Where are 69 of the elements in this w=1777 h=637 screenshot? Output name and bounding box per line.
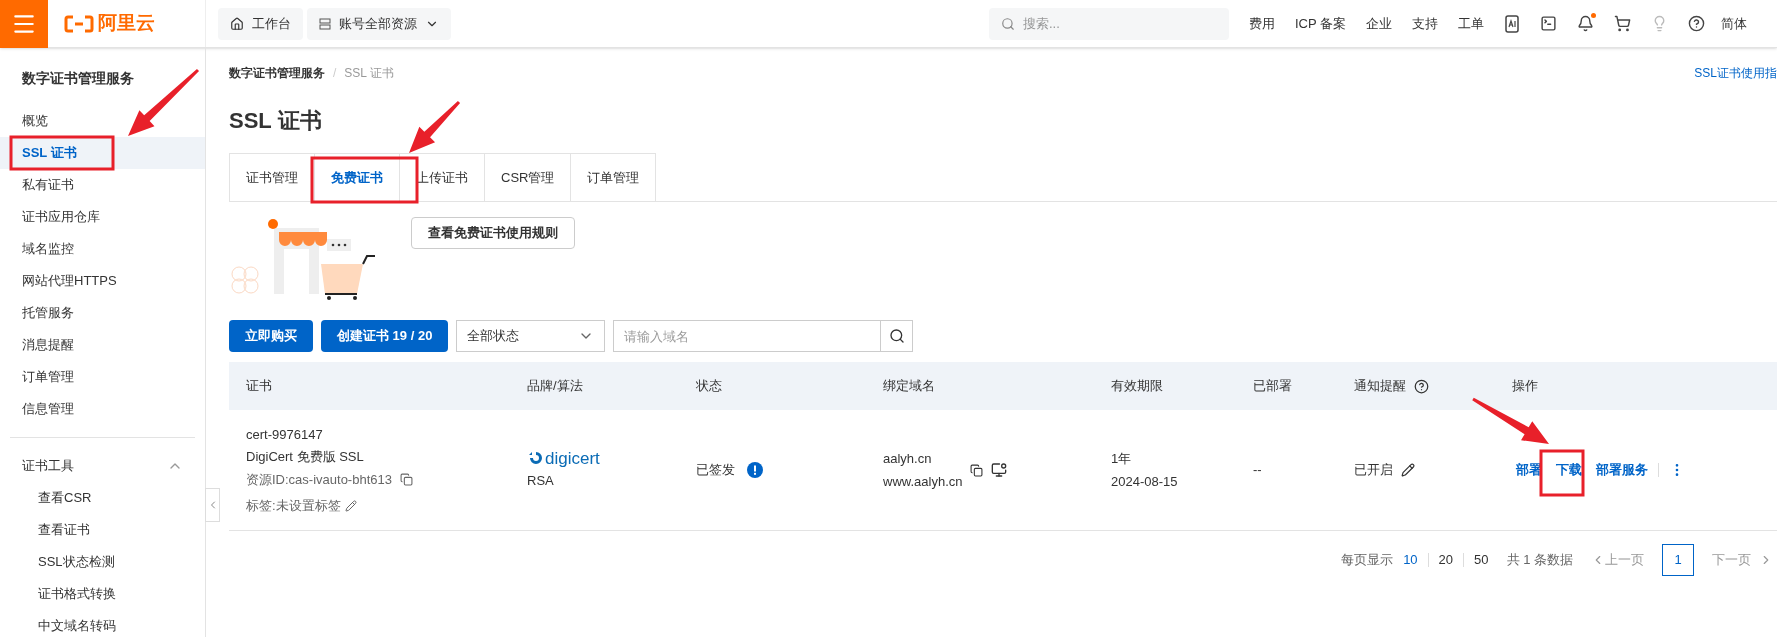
- column-header: 品牌/算法: [527, 377, 583, 396]
- sidebar-subitem[interactable]: 证书格式转换: [0, 578, 205, 610]
- top-nav-link[interactable]: 企业: [1366, 13, 1392, 34]
- page-size-option[interactable]: 20: [1438, 550, 1454, 570]
- sidebar-item[interactable]: 消息提醒: [0, 329, 205, 361]
- sidebar-item[interactable]: 私有证书: [0, 169, 205, 201]
- top-nav-link[interactable]: ICP 备案: [1294, 13, 1346, 34]
- column-header: 操作: [1512, 377, 1538, 396]
- table-cell-text: cert-9976147: [246, 425, 324, 444]
- sidebar-item[interactable]: 订单管理: [0, 361, 205, 393]
- sidebar-item[interactable]: 网站代理HTTPS: [0, 265, 205, 297]
- resource-dropdown[interactable]: 账号全部资源: [307, 7, 451, 40]
- tab[interactable]: CSR管理: [484, 153, 571, 201]
- column-header: 状态: [696, 377, 722, 396]
- table-cell-text: DigiCert 免费版 SSL: [246, 448, 365, 466]
- page-title: SSL 证书: [229, 107, 322, 135]
- page-size-label: 每页显示: [1341, 551, 1394, 570]
- domain-text: aalyh.cn: [883, 449, 933, 468]
- page-number[interactable]: 1: [1662, 544, 1694, 576]
- breadcrumb-current: SSL 证书: [344, 65, 394, 82]
- breadcrumb-link[interactable]: 数字证书管理服务: [229, 64, 325, 82]
- status-select[interactable]: 全部状态: [456, 320, 606, 352]
- action-link[interactable]: 部署服务: [1596, 460, 1648, 480]
- breadcrumb-separator: /: [333, 65, 337, 82]
- sidebar-item[interactable]: 域名监控: [0, 233, 205, 265]
- domain-text: www.aalyh.cn: [883, 473, 963, 491]
- sidebar-item[interactable]: 托管服务: [0, 297, 205, 329]
- top-nav-link[interactable]: 支持: [1412, 13, 1438, 34]
- create-button[interactable]: 创建证书 19 / 20: [321, 320, 449, 352]
- help-link[interactable]: SSL证书使用指: [1694, 64, 1777, 82]
- brand-name: 阿里云: [98, 11, 155, 36]
- tab[interactable]: 订单管理: [570, 153, 657, 201]
- tag-label: 标签:未设置标签: [246, 497, 341, 515]
- domain-search-field[interactable]: 请输入域名: [613, 320, 882, 352]
- rules-button[interactable]: 查看免费证书使用规则: [411, 217, 575, 249]
- sidebar-item[interactable]: SSL 证书: [0, 137, 205, 169]
- sidebar-subitem[interactable]: 查看CSR: [0, 482, 205, 514]
- sidebar-item[interactable]: 信息管理: [0, 393, 205, 425]
- sidebar-title: 数字证书管理服务: [22, 69, 134, 88]
- status-text: 已签发: [696, 461, 735, 480]
- total-count: 共 1 条数据: [1506, 551, 1573, 570]
- top-nav-link[interactable]: 简体: [1721, 13, 1747, 34]
- sidebar-item[interactable]: 证书应用仓库: [0, 201, 205, 233]
- tab[interactable]: 免费证书: [314, 153, 399, 201]
- table-cell-text: 已开启: [1354, 461, 1393, 480]
- column-header: 绑定域名: [883, 377, 935, 396]
- column-header: 有效期限: [1111, 377, 1163, 396]
- column-header: 通知提醒: [1354, 377, 1406, 396]
- sidebar-section[interactable]: 证书工具: [0, 450, 205, 482]
- top-nav-link[interactable]: 工单: [1458, 13, 1484, 34]
- column-header: 已部署: [1253, 377, 1292, 396]
- sidebar-subitem[interactable]: 中文域名转码: [0, 610, 205, 637]
- table-cell: --: [1253, 462, 1262, 478]
- table-cell-text: 2024-08-15: [1111, 473, 1179, 491]
- sidebar-subitem[interactable]: 查看证书: [0, 514, 205, 546]
- resource-id: 资源ID:cas-ivauto-bht613: [246, 470, 392, 489]
- workbench-button[interactable]: 工作台: [218, 7, 303, 40]
- table-cell-text: RSA: [527, 471, 555, 490]
- page-size-option[interactable]: 10: [1403, 550, 1418, 570]
- column-header: 证书: [246, 377, 272, 396]
- buy-button[interactable]: 立即购买: [229, 320, 313, 352]
- table-cell-text: 1年: [1111, 449, 1133, 468]
- search-field[interactable]: 搜索...: [988, 7, 1229, 40]
- brand-logo: digicert: [545, 449, 600, 467]
- page-size-option[interactable]: 50: [1474, 550, 1489, 570]
- action-link[interactable]: 下载: [1556, 460, 1582, 480]
- sidebar-item[interactable]: 概览: [0, 105, 205, 137]
- top-nav-link[interactable]: 费用: [1248, 13, 1275, 34]
- sidebar-subitem[interactable]: SSL状态检测: [0, 546, 205, 578]
